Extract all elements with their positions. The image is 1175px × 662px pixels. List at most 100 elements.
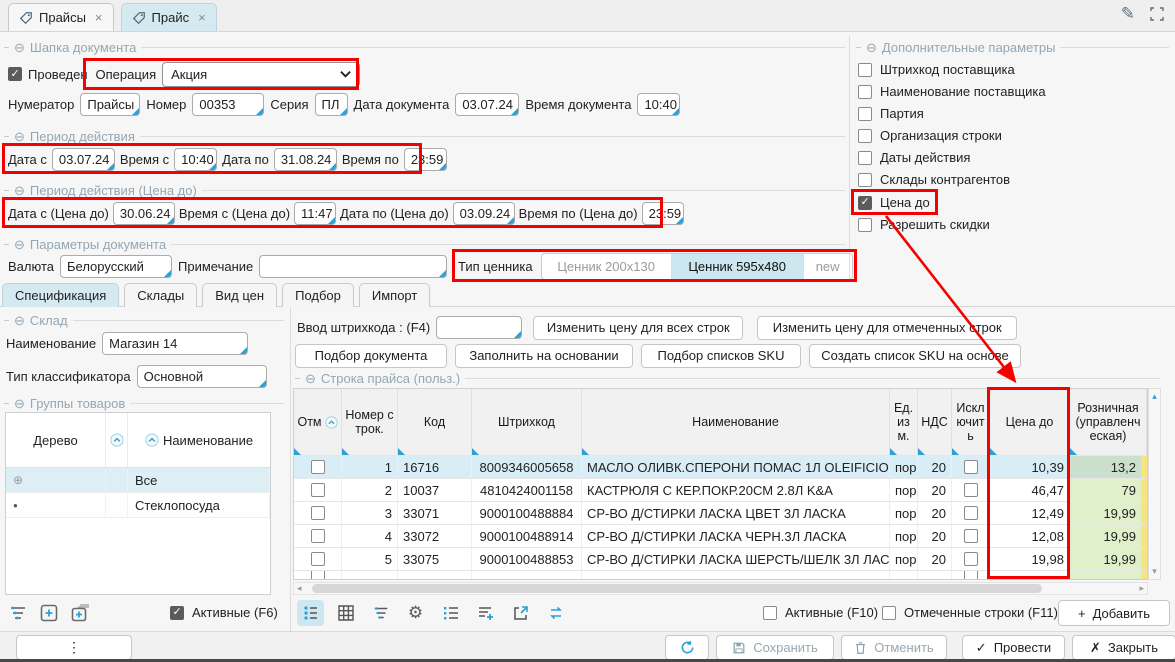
param-batch[interactable]: Партия: [858, 105, 924, 122]
sort-asc-icon[interactable]: [325, 416, 338, 429]
row-mark-checkbox[interactable]: [311, 460, 325, 474]
close-button[interactable]: ✗ Закрыть: [1072, 635, 1175, 660]
checkbox[interactable]: [858, 196, 872, 210]
collapse-icon[interactable]: ⊖: [14, 184, 25, 197]
row-mark-checkbox[interactable]: [311, 529, 325, 543]
scrollbar-thumb[interactable]: [312, 584, 1042, 593]
param-allow-discounts[interactable]: Разрешить скидки: [858, 216, 990, 233]
tab-specification[interactable]: Спецификация: [2, 283, 119, 307]
tab-prais[interactable]: Прайс ×: [121, 3, 217, 31]
row-exclude-checkbox[interactable]: [964, 460, 978, 474]
barcode-input[interactable]: [436, 316, 522, 339]
tab-import[interactable]: Импорт: [359, 283, 430, 307]
filter-icon[interactable]: [8, 603, 28, 623]
tab-price-types[interactable]: Вид цен: [202, 283, 277, 307]
param-counterparty-warehouses[interactable]: Склады контрагентов: [858, 171, 1010, 188]
col-name-header[interactable]: Наименование: [128, 413, 270, 467]
col-tree-header[interactable]: Дерево: [6, 413, 106, 467]
horizontal-scrollbar[interactable]: ◂ ▸: [293, 582, 1148, 595]
checkbox[interactable]: [858, 107, 872, 121]
col-retail[interactable]: Розничная (управленческая): [1070, 389, 1147, 455]
collapse-icon[interactable]: ⊖: [14, 130, 25, 143]
sort-asc-icon[interactable]: [106, 413, 128, 467]
grid-view-icon[interactable]: [332, 600, 359, 626]
collapse-icon[interactable]: ⊖: [305, 372, 316, 385]
currency-field[interactable]: Белорусский: [60, 255, 172, 278]
checkbox[interactable]: [858, 173, 872, 187]
filter-icon[interactable]: [367, 600, 394, 626]
param-supplier-barcode[interactable]: Штрихкод поставщика: [858, 61, 1015, 78]
row-mark-checkbox[interactable]: [311, 483, 325, 497]
date-to-pt-field[interactable]: 03.09.24: [453, 202, 515, 225]
date-from-pt-field[interactable]: 30.06.24: [113, 202, 175, 225]
groups-active-filter[interactable]: Активные (F6): [170, 604, 278, 621]
operation-select[interactable]: Акция: [162, 62, 360, 87]
group-row-glassware[interactable]: ● Стеклопосуда: [6, 493, 270, 518]
sort-asc-icon[interactable]: [145, 433, 159, 447]
repeat-icon[interactable]: [542, 600, 569, 626]
table-row[interactable]: 1 16716 8009346005658 МАСЛО ОЛИВК.СПЕРОН…: [294, 455, 1147, 478]
param-supplier-name[interactable]: Наименование поставщика: [858, 83, 1046, 100]
col-barcode[interactable]: Штрихкод: [472, 389, 582, 455]
doc-time-field[interactable]: 10:40: [637, 93, 680, 116]
collapse-icon[interactable]: ⊖: [866, 41, 877, 54]
tab-praisy[interactable]: Прайсы ×: [8, 3, 114, 31]
pick-document-button[interactable]: Подбор документа: [295, 344, 447, 368]
row-mark-checkbox[interactable]: [311, 571, 325, 579]
time-from-pt-field[interactable]: 11:47: [294, 202, 336, 225]
list-view-icon[interactable]: [297, 600, 324, 626]
param-action-dates[interactable]: Даты действия: [858, 149, 970, 166]
create-sku-list-button[interactable]: Создать список SKU на основе: [809, 344, 1021, 368]
expand-icon[interactable]: [1149, 6, 1165, 22]
time-to-field[interactable]: 23:59: [404, 148, 447, 171]
change-price-marked-button[interactable]: Изменить цену для отмеченных строк: [757, 316, 1017, 340]
table-row[interactable]: 2 10037 4810424001158 КАСТРЮЛЯ С КЕР.ПОК…: [294, 478, 1147, 501]
collapse-icon[interactable]: ⊖: [14, 397, 25, 410]
row-exclude-checkbox[interactable]: [964, 552, 978, 566]
numbered-list-icon[interactable]: [437, 600, 464, 626]
save-button[interactable]: Сохранить: [716, 635, 834, 660]
collapse-icon[interactable]: ⊖: [14, 238, 25, 251]
checkbox[interactable]: [858, 151, 872, 165]
checkbox[interactable]: [763, 606, 777, 620]
checkbox[interactable]: [858, 129, 872, 143]
scroll-left-icon[interactable]: ◂: [297, 583, 302, 594]
number-field[interactable]: 00353: [192, 93, 264, 116]
close-icon[interactable]: ×: [198, 10, 206, 25]
checkbox[interactable]: [882, 606, 896, 620]
col-mark[interactable]: Отм: [294, 389, 342, 455]
series-field[interactable]: ПЛ: [315, 93, 348, 116]
table-row[interactable]: 4 33072 9000100488914 СР-ВО Д/СТИРКИ ЛАС…: [294, 524, 1147, 547]
vertical-scrollbar[interactable]: ▴ ▾: [1148, 388, 1161, 580]
col-name[interactable]: Наименование: [582, 389, 890, 455]
add-button[interactable]: + Добавить: [1058, 600, 1170, 626]
col-unit[interactable]: Ед. изм.: [890, 389, 918, 455]
fill-based-on-button[interactable]: Заполнить на основании: [455, 344, 633, 368]
pick-sku-lists-button[interactable]: Подбор списков SKU: [641, 344, 801, 368]
date-to-field[interactable]: 31.08.24: [274, 148, 337, 171]
close-icon[interactable]: ×: [95, 10, 103, 25]
add-group-icon[interactable]: [70, 603, 92, 623]
price-tag-option-new[interactable]: new: [804, 254, 852, 279]
open-external-icon[interactable]: [507, 600, 534, 626]
marked-rows-filter[interactable]: Отмеченные строки (F11): [882, 604, 1058, 621]
col-code[interactable]: Код: [398, 389, 472, 455]
checkbox[interactable]: [858, 63, 872, 77]
param-price-to[interactable]: Цена до: [858, 194, 930, 211]
posted-checkbox[interactable]: [8, 67, 22, 81]
active-rows-filter[interactable]: Активные (F10): [763, 604, 878, 621]
change-price-all-button[interactable]: Изменить цену для всех строк: [533, 316, 743, 340]
checkbox[interactable]: [170, 606, 184, 620]
collapse-icon[interactable]: ⊖: [14, 41, 25, 54]
time-from-field[interactable]: 10:40: [174, 148, 217, 171]
date-from-field[interactable]: 03.07.24: [52, 148, 115, 171]
param-org-line[interactable]: Организация строки: [858, 127, 1002, 144]
row-exclude-checkbox[interactable]: [964, 506, 978, 520]
edit-pencil-icon[interactable]: ✎: [1121, 4, 1135, 24]
price-tag-option-200x130[interactable]: Ценник 200x130: [542, 254, 672, 279]
scroll-down-icon[interactable]: ▾: [1152, 566, 1157, 577]
collapse-icon[interactable]: ⊖: [14, 314, 25, 327]
more-menu-button[interactable]: ⋮: [16, 635, 132, 660]
classifier-field[interactable]: Основной: [137, 365, 267, 388]
scroll-up-icon[interactable]: ▴: [1152, 391, 1157, 402]
